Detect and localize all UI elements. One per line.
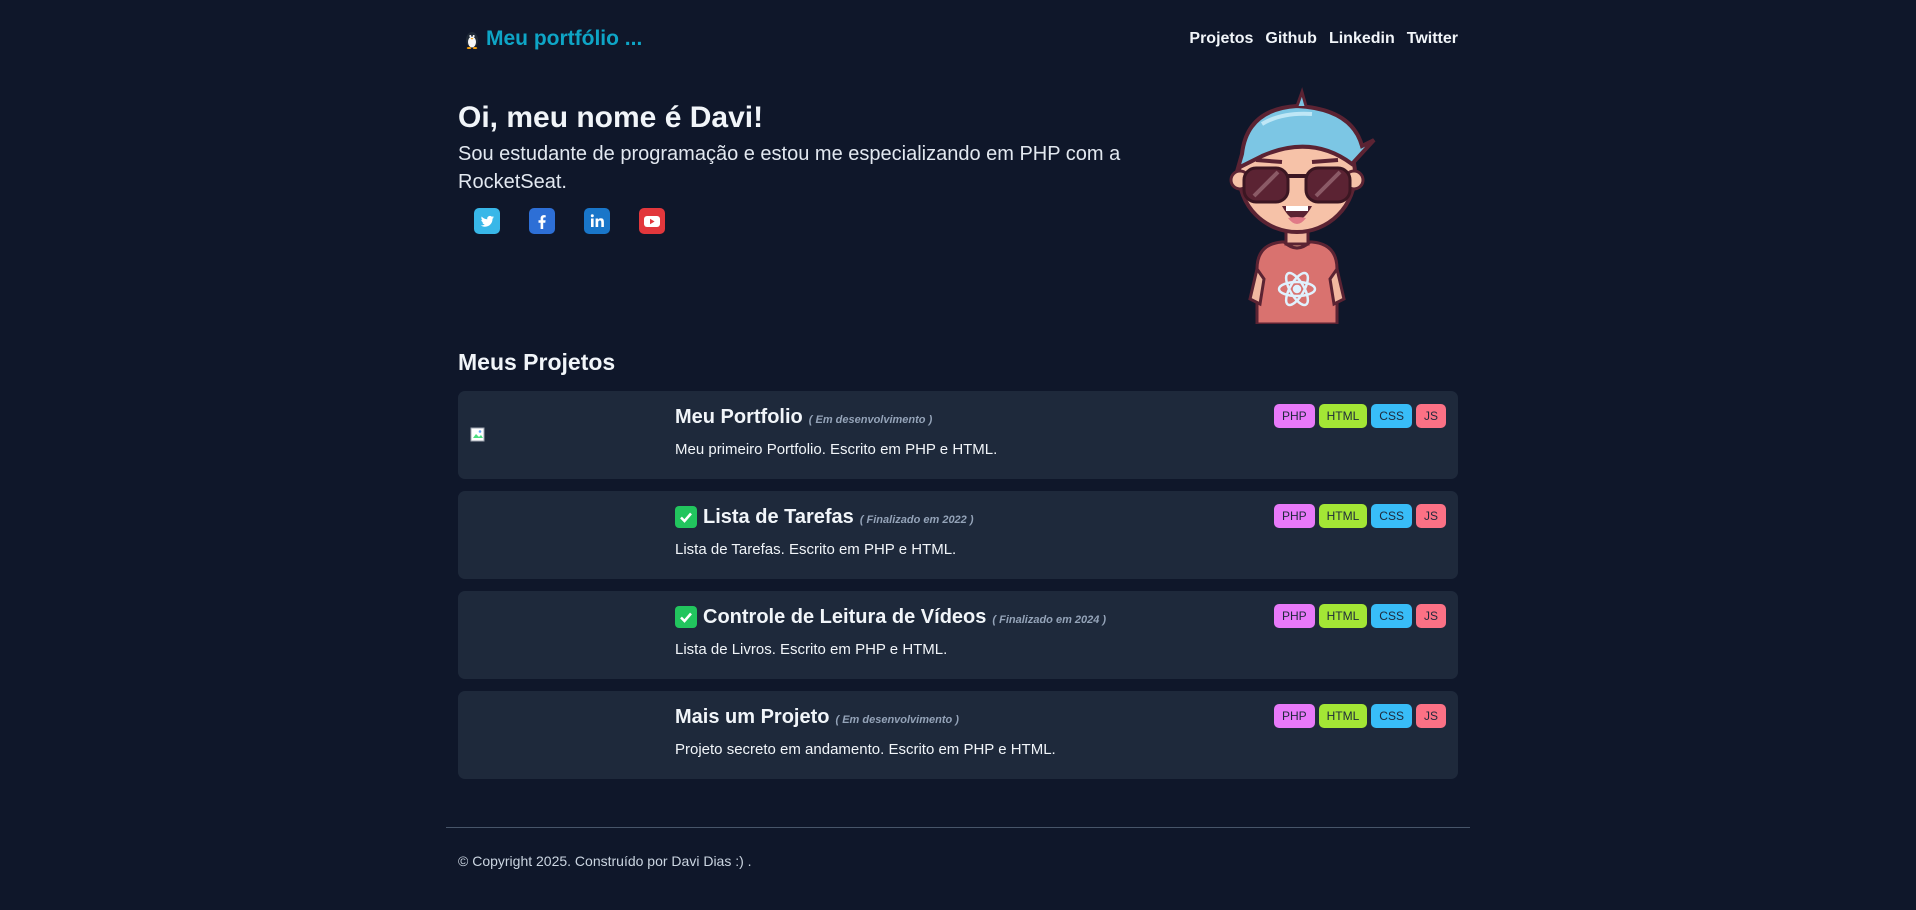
projects-heading: Meus Projetos [458, 349, 616, 375]
project-card[interactable]: Mais um Projeto ( Em desenvolvimento ) P… [458, 691, 1458, 779]
project-card[interactable]: Lista de Tarefas ( Finalizado em 2022 ) … [458, 491, 1458, 579]
footer-copyright: © Copyright 2025. Construído por Davi Di… [458, 853, 752, 869]
project-card[interactable]: Meu Portfolio ( Em desenvolvimento ) Meu… [458, 391, 1458, 479]
nav-twitter[interactable]: Twitter [1407, 30, 1458, 48]
tag-html: HTML [1318, 604, 1368, 628]
tech-tags: PHP HTML CSS JS [1273, 504, 1446, 528]
project-name: Lista de Tarefas [703, 505, 854, 528]
tag-php: PHP [1273, 404, 1315, 428]
tag-css: CSS [1371, 504, 1412, 528]
tag-php: PHP [1273, 704, 1315, 728]
main-nav: Projetos Github Linkedin Twitter [1189, 30, 1458, 48]
broken-image-icon [470, 427, 486, 443]
project-name: Controle de Leitura de Vídeos [703, 605, 987, 628]
check-icon [675, 606, 697, 628]
tag-js: JS [1415, 704, 1446, 728]
project-description: Lista de Livros. Escrito em PHP e HTML. [675, 641, 948, 658]
project-description: Lista de Tarefas. Escrito em PHP e HTML. [675, 541, 957, 558]
footer-divider [446, 827, 1470, 828]
project-name: Meu Portfolio [675, 405, 803, 428]
tech-tags: PHP HTML CSS JS [1273, 404, 1446, 428]
hero-section: Oi, meu nome é Davi! Sou estudante de pr… [458, 87, 1458, 326]
tag-html: HTML [1318, 404, 1368, 428]
tag-css: CSS [1371, 604, 1412, 628]
tech-tags: PHP HTML CSS JS [1273, 704, 1446, 728]
nav-projetos[interactable]: Projetos [1189, 30, 1253, 48]
nav-github[interactable]: Github [1265, 30, 1317, 48]
project-status: ( Em desenvolvimento ) [835, 714, 959, 726]
tag-html: HTML [1318, 704, 1368, 728]
brand[interactable]: Meu portfólio ... [464, 27, 642, 51]
project-status: ( Em desenvolvimento ) [808, 414, 933, 426]
twitter-icon[interactable] [474, 208, 500, 234]
tech-tags: PHP HTML CSS JS [1273, 604, 1446, 628]
project-status: ( Finalizado em 2022 ) [859, 514, 974, 526]
linkedin-icon[interactable] [584, 208, 610, 234]
penguin-icon [464, 29, 480, 49]
tag-css: CSS [1371, 404, 1412, 428]
facebook-icon[interactable] [529, 208, 555, 234]
project-description: Meu primeiro Portfolio. Escrito em PHP e… [675, 441, 998, 458]
project-name: Mais um Projeto [675, 705, 830, 728]
check-icon [675, 506, 697, 528]
tag-js: JS [1415, 504, 1446, 528]
site-header: Meu portfólio ... Projetos Github Linked… [458, 24, 1458, 54]
project-description: Projeto secreto em andamento. Escrito em… [675, 741, 1056, 758]
brand-title: Meu portfólio ... [486, 27, 643, 50]
tag-php: PHP [1273, 504, 1315, 528]
tag-js: JS [1415, 404, 1446, 428]
tag-css: CSS [1371, 704, 1412, 728]
project-status: ( Finalizado em 2024 ) [992, 614, 1107, 626]
tag-html: HTML [1318, 504, 1368, 528]
tag-js: JS [1415, 604, 1446, 628]
youtube-icon[interactable] [639, 208, 665, 234]
tag-php: PHP [1273, 604, 1315, 628]
hero-subtitle: Sou estudante de programação e estou me … [458, 143, 1121, 193]
avatar-illustration [1202, 84, 1392, 326]
nav-linkedin[interactable]: Linkedin [1329, 30, 1395, 48]
project-card[interactable]: Controle de Leitura de Vídeos ( Finaliza… [458, 591, 1458, 679]
